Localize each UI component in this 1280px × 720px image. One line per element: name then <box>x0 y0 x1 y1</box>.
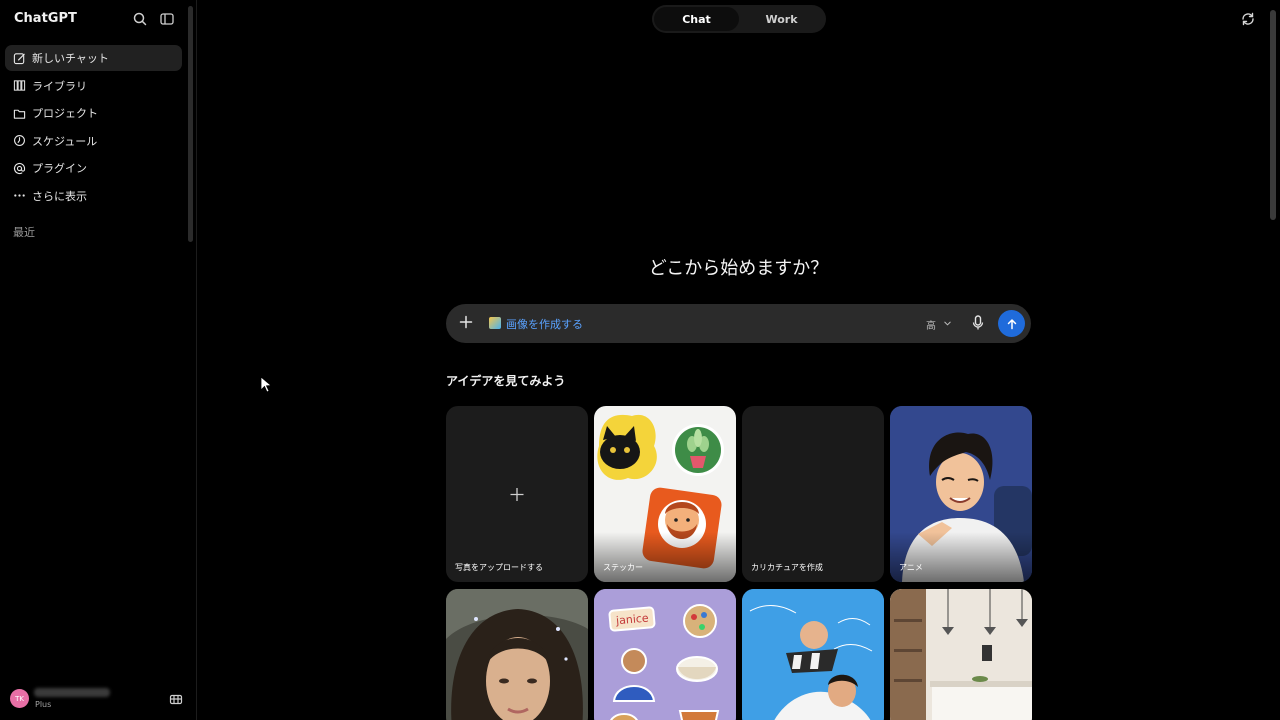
main-scrollbar[interactable] <box>1270 10 1276 220</box>
idea-card-caricature[interactable]: カリカチュアを作成 <box>742 406 884 582</box>
idea-card-upload-photo[interactable]: 写真をアップロードする <box>446 406 588 582</box>
card-shade <box>890 532 1032 582</box>
mode-toggle: Chat Work <box>652 5 826 33</box>
tab-chat[interactable]: Chat <box>654 7 739 31</box>
add-attachment-icon[interactable] <box>459 315 473 329</box>
sidebar-item-schedule[interactable]: スケジュール <box>5 128 182 154</box>
recent-section-heading: 最近 <box>13 226 35 239</box>
sidebar: ChatGPT 新しいチャット ライブラリ プロジェクト スケジュール プラグイ… <box>0 0 197 720</box>
sidebar-toggle-icon[interactable] <box>159 11 175 27</box>
create-image-tool[interactable]: 画像を作成する <box>506 316 583 332</box>
library-icon <box>13 80 26 91</box>
sidebar-scrollbar[interactable] <box>188 6 193 242</box>
user-plan: Plus <box>35 700 52 709</box>
send-button[interactable] <box>998 310 1025 337</box>
quality-select[interactable]: 高 <box>926 317 936 332</box>
more-icon <box>14 194 25 197</box>
sidebar-item-plugins[interactable]: プラグイン <box>5 155 182 181</box>
idea-card-anime[interactable]: アニメ <box>890 406 1032 582</box>
sidebar-nav: 新しいチャット ライブラリ プロジェクト スケジュール プラグイン さらに表示 <box>5 45 182 210</box>
card-label: 写真をアップロードする <box>455 563 543 572</box>
portrait-illustration <box>446 589 588 720</box>
clock-icon <box>14 135 25 146</box>
sidebar-item-new-chat[interactable]: 新しいチャット <box>5 45 182 71</box>
photo-scribble-illustration <box>742 589 884 720</box>
sidebar-item-label: スケジュール <box>32 134 98 148</box>
avatar[interactable]: TK <box>10 689 29 708</box>
sticker-sheet-illustration: janice <box>594 589 736 720</box>
user-name-redacted <box>34 688 110 697</box>
interior-illustration <box>890 589 1032 720</box>
idea-card-portrait[interactable] <box>446 589 588 720</box>
microphone-icon[interactable] <box>972 315 984 331</box>
sidebar-item-label: プラグイン <box>32 162 87 175</box>
tab-work[interactable]: Work <box>739 7 824 31</box>
ideas-heading: アイデアを見てみよう <box>446 374 566 388</box>
card-shade <box>594 532 736 582</box>
sync-icon[interactable] <box>1240 11 1256 27</box>
idea-card-photo-scribble[interactable] <box>742 589 884 720</box>
card-label: カリカチュアを作成 <box>751 563 823 572</box>
card-label: アニメ <box>899 563 923 572</box>
sidebar-item-library[interactable]: ライブラリ <box>5 73 182 99</box>
sidebar-item-label: さらに表示 <box>32 189 87 203</box>
search-icon[interactable] <box>132 11 148 27</box>
user-menu[interactable]: TK Plus <box>10 688 190 714</box>
page-title: どこから始めますか？ <box>648 258 829 279</box>
chevron-down-icon[interactable] <box>943 319 952 328</box>
folder-icon <box>13 109 26 119</box>
mouse-cursor-icon <box>260 376 272 393</box>
sidebar-item-more[interactable]: さらに表示 <box>5 183 182 209</box>
card-label: ステッカー <box>603 563 643 572</box>
app-title[interactable]: ChatGPT <box>14 11 77 26</box>
gift-icon[interactable] <box>169 691 183 705</box>
sidebar-item-label: ライブラリ <box>32 79 87 93</box>
new-chat-icon <box>13 52 25 64</box>
at-icon <box>14 162 26 174</box>
sidebar-item-projects[interactable]: プロジェクト <box>5 100 182 126</box>
idea-card-sticker[interactable]: ステッカー <box>594 406 736 582</box>
idea-card-interior[interactable] <box>890 589 1032 720</box>
plus-icon <box>510 488 524 501</box>
image-tool-icon <box>489 317 501 329</box>
idea-card-sticker-sheet[interactable]: janice <box>594 589 736 720</box>
arrow-up-icon <box>1007 318 1016 329</box>
sidebar-item-label: プロジェクト <box>32 107 98 120</box>
sidebar-item-label: 新しいチャット <box>32 52 109 65</box>
prompt-composer[interactable]: 画像を作成する 高 <box>446 304 1031 343</box>
